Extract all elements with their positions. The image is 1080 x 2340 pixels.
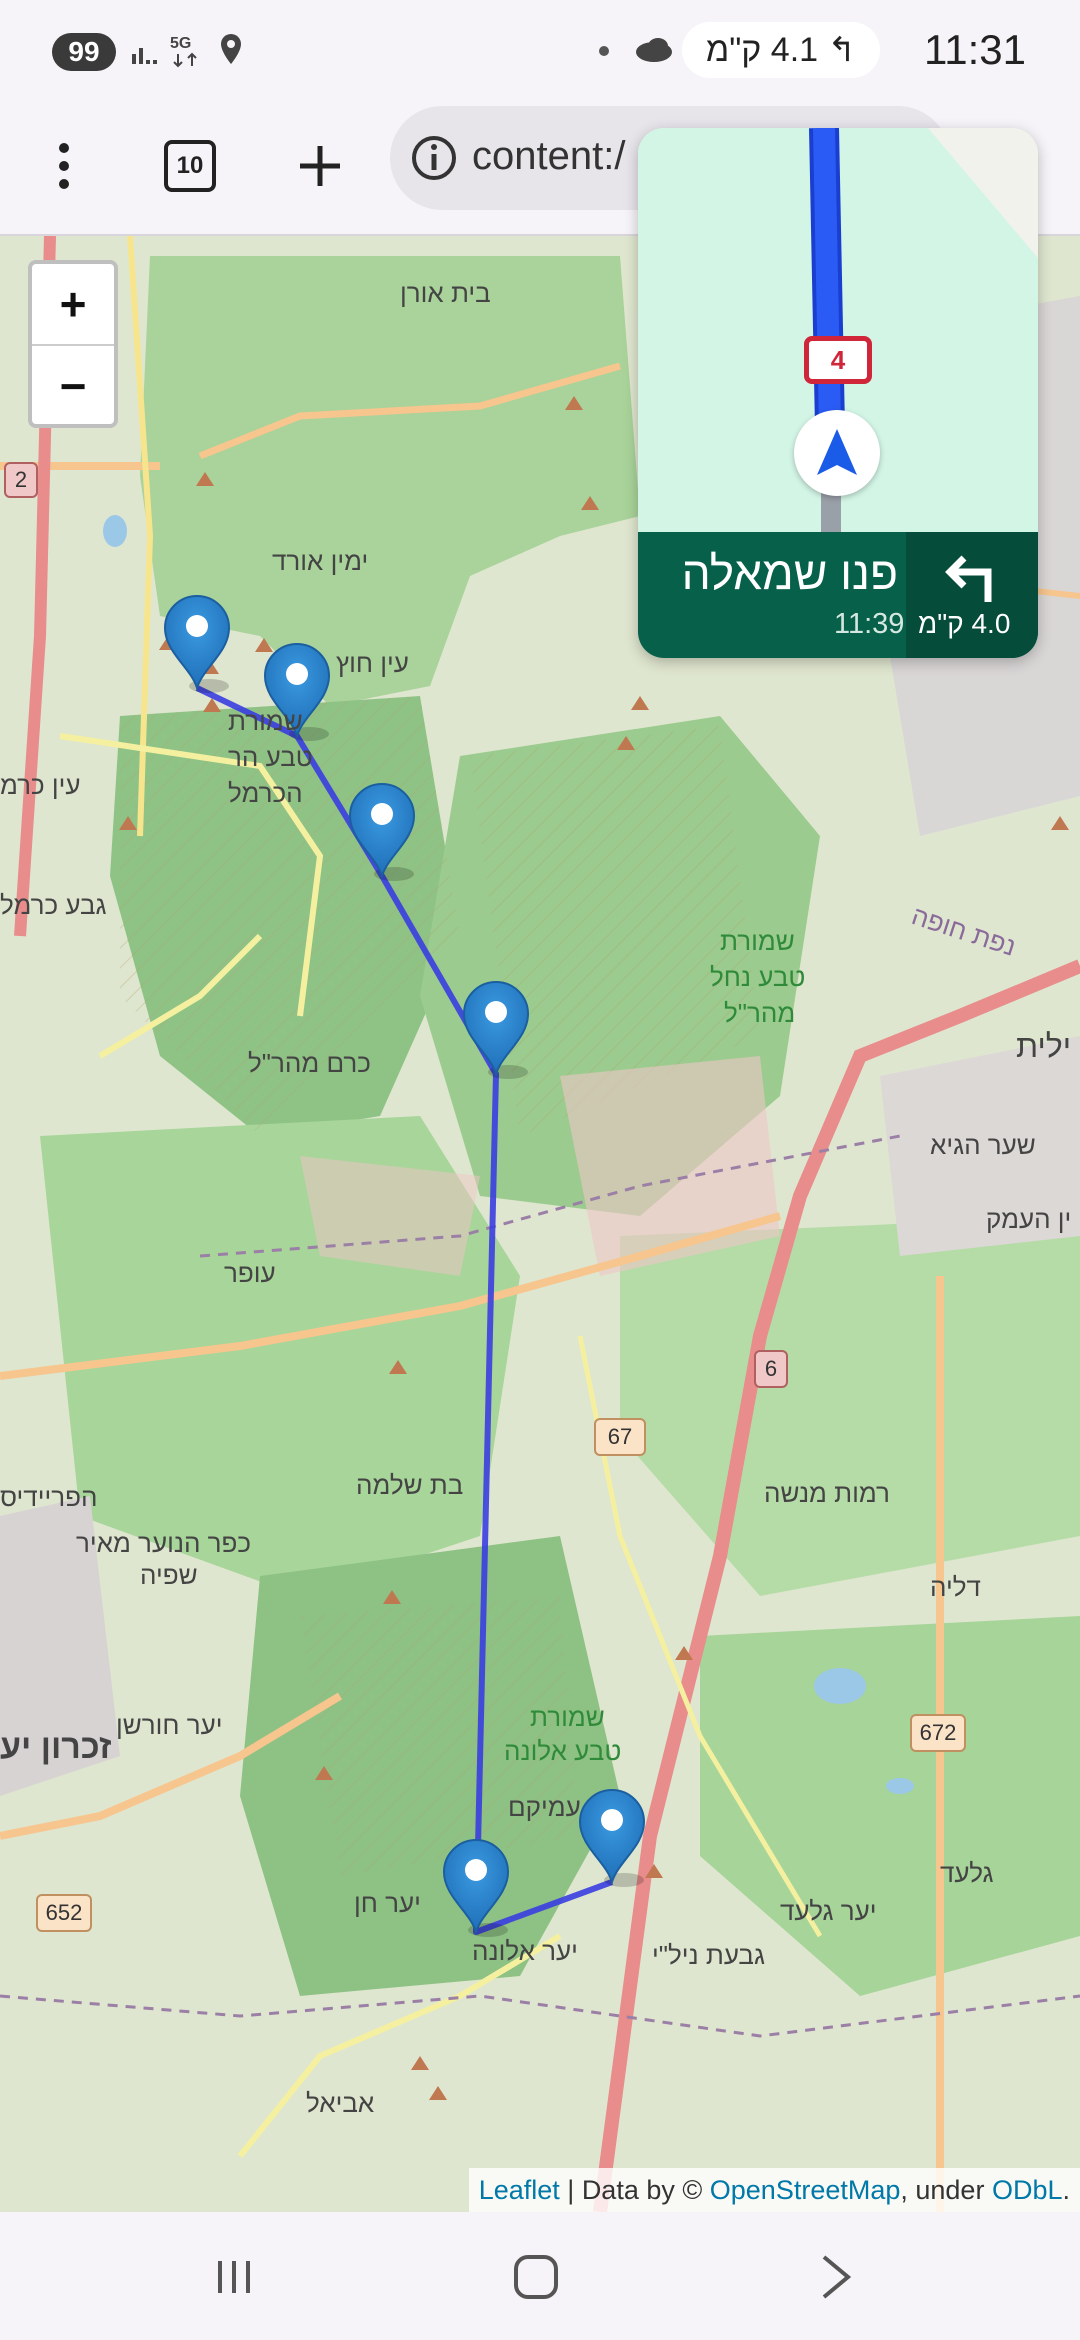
- map-label: שער הגיא: [930, 1130, 1036, 1160]
- road-shield: 652: [36, 1894, 92, 1932]
- tab-count: 10: [164, 140, 216, 192]
- info-icon[interactable]: [410, 134, 458, 182]
- attribution-text: | Data by ©: [559, 2175, 710, 2205]
- map-label: עין חוץ: [336, 648, 409, 678]
- zoom-control: + −: [28, 260, 118, 428]
- map-label: מהר"ל: [724, 998, 796, 1028]
- map-label: ין העמק: [986, 1204, 1072, 1234]
- zoom-in-button[interactable]: +: [32, 264, 114, 346]
- road-shield: 672: [910, 1714, 966, 1752]
- system-nav-bar: [0, 2212, 1080, 2340]
- map-label: גבעת ניל"י: [652, 1940, 765, 1970]
- map-label: עין כרמ: [0, 770, 81, 800]
- map-label: ילית: [1016, 1028, 1072, 1064]
- map-label: כפר הנוער מאיר: [76, 1528, 252, 1558]
- cloud-icon: [632, 28, 676, 72]
- notification-count-badge: 99: [52, 33, 116, 71]
- map-label: שפיה: [140, 1560, 198, 1590]
- map-label: טבע אלונה: [504, 1736, 622, 1766]
- nav-street-instruction: פנו שמאלה: [681, 547, 898, 599]
- menu-button[interactable]: [24, 126, 104, 206]
- map-label: שמורת: [530, 1702, 605, 1732]
- turn-left-icon: ↰: [827, 31, 857, 69]
- map-label: שמורת: [720, 926, 795, 956]
- map-label: יער חורשן: [116, 1710, 223, 1740]
- 5g-data-icon: 5G: [168, 28, 204, 72]
- url-text: content:/: [472, 134, 626, 178]
- home-button[interactable]: [496, 2242, 576, 2312]
- turn-left-icon: [945, 555, 992, 602]
- map-label: טבע נחל: [710, 962, 806, 992]
- more-vert-icon: [59, 143, 69, 189]
- recent-apps-icon: [218, 2261, 250, 2293]
- road-shield: 6: [754, 1350, 788, 1388]
- recent-apps-button[interactable]: [194, 2242, 274, 2312]
- current-position-icon: [794, 410, 880, 496]
- nav-distance: 4.0 ק"מ: [918, 608, 1011, 639]
- attribution-text: .: [1062, 2175, 1070, 2205]
- odbl-link[interactable]: ODbL: [992, 2175, 1063, 2205]
- map-marker[interactable]: [442, 1839, 510, 1937]
- back-button[interactable]: [796, 2242, 876, 2312]
- map-marker[interactable]: [578, 1789, 646, 1887]
- navigation-chip[interactable]: ↰ 4.1 ק"מ: [681, 22, 880, 78]
- map-marker[interactable]: [348, 783, 416, 881]
- map-label: בת שלמה: [356, 1470, 464, 1500]
- tabs-button[interactable]: 10: [150, 126, 230, 206]
- map-label: עמיקם: [508, 1792, 581, 1822]
- clock: 11:31: [924, 26, 1026, 73]
- zoom-out-button[interactable]: −: [32, 346, 114, 426]
- map-label: טבע הר: [228, 742, 313, 772]
- navigation-pip[interactable]: 4 פנו שמאלה 11:39 4.0 ק"מ: [638, 128, 1038, 658]
- map-label: הכרמל: [228, 778, 303, 808]
- map-label: שמורת: [228, 706, 303, 736]
- signal-icon: [130, 28, 160, 72]
- nav-eta: 11:39: [834, 608, 905, 640]
- map-marker[interactable]: [462, 981, 530, 1079]
- attribution-text: , under: [900, 2175, 992, 2205]
- route-shield: 4: [804, 336, 872, 384]
- map-label: יער גלעד: [780, 1896, 877, 1926]
- map-label: יער אלונה: [472, 1936, 578, 1966]
- map-attribution: Leaflet | Data by © OpenStreetMap, under…: [468, 2168, 1080, 2212]
- nav-instruction-panel: פנו שמאלה 11:39 4.0 ק"מ: [638, 532, 1038, 658]
- openstreetmap-link[interactable]: OpenStreetMap: [710, 2175, 901, 2205]
- map-label: גלעד: [940, 1858, 994, 1888]
- map-label: ימין אורד: [272, 546, 369, 576]
- map-label: כרם מהר"ל: [248, 1048, 371, 1078]
- status-bar: 99 5G ↰ 4.1 ק"מ 11:31: [0, 0, 1080, 100]
- map-label: בית אורן: [400, 278, 491, 308]
- map-label: אביאל: [306, 2088, 375, 2118]
- leaflet-link[interactable]: Leaflet: [479, 2175, 560, 2205]
- home-icon: [514, 2255, 558, 2299]
- back-icon: [822, 2255, 852, 2299]
- map-label: הפריידיס: [0, 1482, 98, 1512]
- map-label: דליה: [930, 1572, 981, 1602]
- svg-text:5G: 5G: [170, 35, 191, 52]
- new-tab-button[interactable]: [280, 126, 360, 206]
- map-label: גבע כרמל: [0, 890, 107, 920]
- map-label: עופר: [224, 1258, 276, 1288]
- plus-icon: [300, 146, 340, 186]
- map-marker[interactable]: [163, 595, 231, 693]
- road-shield: 2: [4, 462, 38, 498]
- map-label: זכרון יע: [0, 1728, 112, 1766]
- map-label: רמות מנשה: [764, 1478, 890, 1508]
- map-label: יער חן: [354, 1888, 421, 1918]
- road-shield: 67: [594, 1418, 646, 1456]
- dot-icon: [598, 44, 610, 56]
- location-icon: [216, 28, 246, 72]
- nav-chip-distance: 4.1 ק"מ: [705, 31, 819, 69]
